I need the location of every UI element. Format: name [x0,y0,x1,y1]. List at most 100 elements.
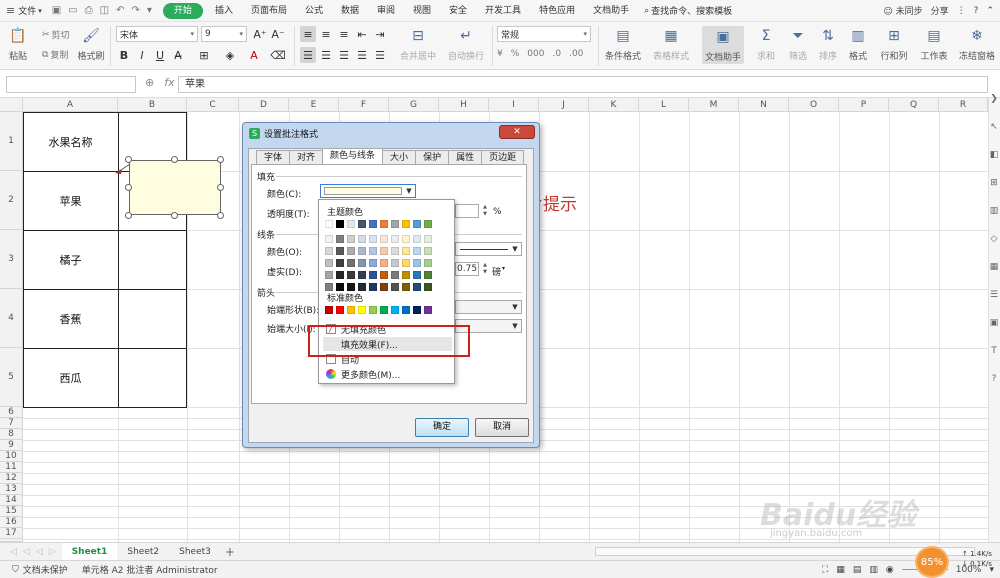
transparency-input[interactable] [455,204,479,218]
color-swatch[interactable] [369,235,377,243]
resize-handle[interactable] [171,212,178,219]
row-header-14[interactable]: 14 [0,495,23,506]
col-header-i[interactable]: I [489,98,539,112]
color-swatch[interactable] [347,283,355,291]
row-header-11[interactable]: 11 [0,462,23,473]
tab-page-layout[interactable]: 页面布局 [242,0,296,22]
color-swatch[interactable] [402,235,410,243]
color-swatch[interactable] [358,259,366,267]
tab-protection[interactable]: 保护 [415,150,450,165]
col-header-q[interactable]: Q [889,98,939,112]
color-swatch[interactable] [424,220,432,228]
preview-icon[interactable]: ◫ [100,5,109,16]
resize-handle[interactable] [217,156,224,163]
tab-size[interactable]: 大小 [382,150,417,165]
color-swatch[interactable] [402,247,410,255]
doc-helper-button[interactable]: ▣ 文档助手 [702,26,744,64]
align-bottom-icon[interactable]: ≡ [336,26,352,42]
tab-font[interactable]: 字体 [256,150,291,165]
tab-margins[interactable]: 页边距 [481,150,525,165]
color-swatch[interactable] [369,247,377,255]
worksheet-button[interactable]: ▤ 工作表 [916,22,952,62]
image-icon[interactable]: ▣ [990,318,999,328]
resize-handle[interactable] [217,212,224,219]
font-size-select[interactable]: 9 ▾ [201,26,247,42]
tab-security[interactable]: 安全 [440,0,476,22]
row-col-button[interactable]: ⊞ 行和列 [876,22,912,62]
col-header-c[interactable]: C [187,98,239,112]
begin-style-select[interactable]: ▼ [455,300,522,314]
color-swatch[interactable] [336,235,344,243]
format-button[interactable]: ▥ 格式 [846,22,870,62]
print-icon[interactable]: ⎙ [85,5,93,16]
zoom-icon[interactable]: ⊕ [145,76,154,89]
ok-button[interactable]: 确定 [415,418,469,437]
sheet-tab-1[interactable]: Sheet1 [61,542,118,561]
color-swatch[interactable] [336,259,344,267]
command-search[interactable]: ⌕ 查找命令、搜索模板 [644,4,732,18]
fx-icon[interactable]: fx [164,76,174,89]
file-menu[interactable]: ≡ 文件 ▾ [0,0,48,22]
add-sheet-icon[interactable]: + [225,545,235,559]
close-button[interactable]: ✕ [499,125,535,139]
increase-font-icon[interactable]: A⁺ [252,26,268,42]
undo-icon[interactable]: ↶ [116,5,124,16]
color-swatch[interactable] [402,283,410,291]
formula-input[interactable]: 苹果 [178,76,988,93]
dialog-titlebar[interactable]: S 设置批注格式 [243,123,539,143]
resize-handle[interactable] [217,184,224,191]
thousands-icon[interactable]: 000 [527,49,544,59]
tab-doc-helper[interactable]: 文档助手 [584,0,638,22]
align-left-icon[interactable]: ☰ [300,47,316,63]
col-header-d[interactable]: D [239,98,289,112]
text-icon[interactable]: T [991,346,997,356]
share-button[interactable]: 分享 [931,4,949,17]
align-center-icon[interactable]: ☰ [318,47,334,63]
page-view-icon[interactable]: ▤ [853,565,862,575]
spinner-icon[interactable]: ▲ ▼ [480,204,490,218]
color-swatch[interactable] [424,306,432,314]
row-header-16[interactable]: 16 [0,517,23,528]
color-swatch[interactable] [358,271,366,279]
line-weight-input[interactable]: 0.75 [455,262,479,276]
italic-button[interactable]: I [134,47,150,63]
col-header-m[interactable]: M [689,98,739,112]
col-header-o[interactable]: O [789,98,839,112]
style-icon[interactable]: ◧ [990,150,999,160]
row-header-1[interactable]: 1 [0,112,23,171]
color-swatch[interactable] [380,247,388,255]
color-swatch[interactable] [402,271,410,279]
freeze-button[interactable]: ❄ 冻结窗格 [956,22,998,62]
color-swatch[interactable] [391,247,399,255]
row-header-15[interactable]: 15 [0,506,23,517]
format-painter-button[interactable]: 🖌 格式刷 [76,22,106,62]
open-icon[interactable]: ▭ [68,5,77,16]
color-swatch[interactable] [413,247,421,255]
indent-increase-icon[interactable]: ⇥ [372,26,388,42]
performance-badge[interactable]: 85% [915,546,949,578]
decrease-font-icon[interactable]: A⁻ [270,26,286,42]
color-swatch[interactable] [358,306,366,314]
color-swatch[interactable] [369,259,377,267]
color-swatch[interactable] [413,271,421,279]
color-swatch[interactable] [424,259,432,267]
col-header-f[interactable]: F [339,98,389,112]
color-swatch[interactable] [413,259,421,267]
resize-handle[interactable] [125,184,132,191]
color-swatch[interactable] [380,235,388,243]
align-right-icon[interactable]: ☰ [336,47,352,63]
underline-button[interactable]: U [152,47,168,63]
select-icon[interactable]: ↖ [990,122,998,132]
row-header-2[interactable]: 2 [0,171,23,230]
sort-button[interactable]: ⇅ 排序 [816,22,840,62]
row-header-12[interactable]: 12 [0,473,23,484]
color-swatch[interactable] [325,247,333,255]
conditional-format-button[interactable]: ▤ 条件格式 [602,22,644,62]
currency-icon[interactable]: ¥ [497,49,503,59]
col-header-n[interactable]: N [739,98,789,112]
indent-decrease-icon[interactable]: ⇤ [354,26,370,42]
expand-icon[interactable]: ❯ [990,94,998,104]
row-header-13[interactable]: 13 [0,484,23,495]
decimal-decrease-icon[interactable]: .00 [569,49,583,59]
table-icon[interactable]: ▦ [990,262,999,272]
